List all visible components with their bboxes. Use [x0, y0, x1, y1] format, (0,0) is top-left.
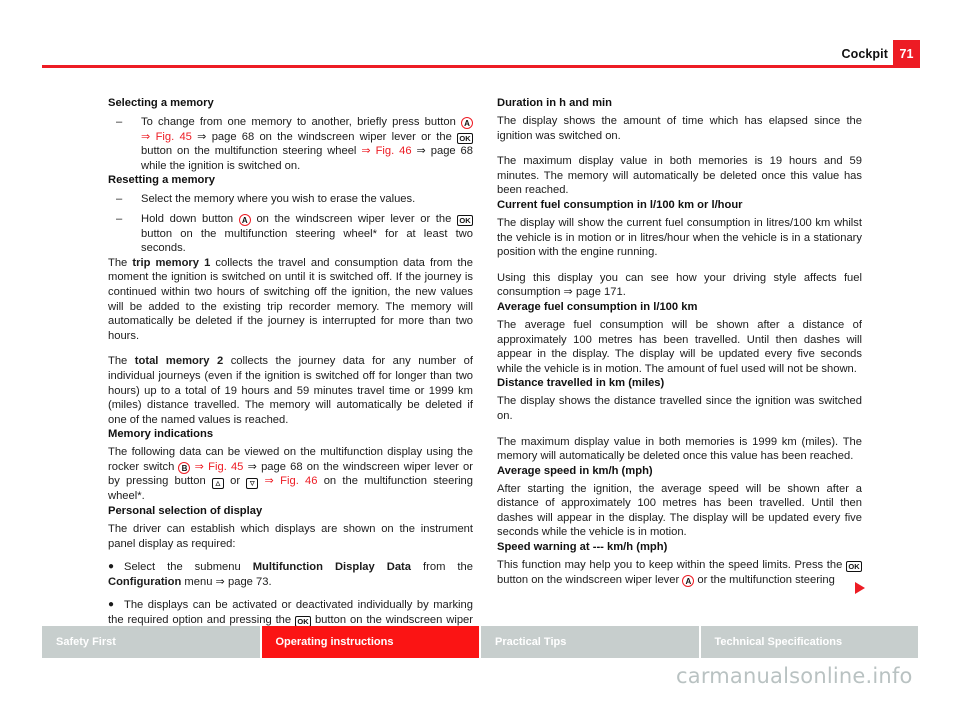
- right-text-column: Duration in h and min The display shows …: [497, 96, 862, 587]
- list-item: – Select the memory where you wish to era…: [108, 192, 473, 207]
- key-b-icon: B: [178, 461, 191, 474]
- xref-page-68[interactable]: ⇒ page 68: [248, 461, 303, 473]
- heading-current-fuel-consumption: Current fuel consumption in l/100 km or …: [497, 198, 743, 211]
- xref-fig-45[interactable]: ⇒ Fig. 45: [195, 461, 244, 473]
- list-item-text: Select the memory where you wish to eras…: [141, 193, 416, 206]
- total-memory-lead: The: [108, 355, 135, 368]
- bullet1-text-a: Select the submenu: [124, 561, 253, 574]
- page-header: Cockpit 71: [0, 0, 960, 78]
- footer-navigation: Safety First Operating instructions Prac…: [42, 626, 918, 658]
- bullet1-text-b: from the: [411, 561, 473, 574]
- paragraph-distance-2: The maximum display value in both memori…: [497, 435, 862, 463]
- list-item-text-a: Hold down button: [141, 212, 239, 225]
- trip-memory-term: trip memory 1: [132, 256, 211, 269]
- paragraph-average-speed-1: After starting the ignition, the average…: [497, 482, 862, 539]
- bullet-marker: ●: [108, 599, 115, 611]
- continuation-arrow-icon: [855, 582, 865, 594]
- paragraph-current-fuel-2: Using this display you can see how your …: [497, 271, 862, 300]
- list-item-text-c: button on the multifunction steering whe…: [141, 145, 362, 158]
- paragraph-average-fuel-1: The average fuel consumption will be sho…: [497, 318, 862, 375]
- left-text-column: Selecting a memory – To change from one m…: [108, 96, 474, 642]
- key-up-arrow-icon: △: [211, 478, 224, 490]
- key-a-icon: A: [238, 213, 251, 226]
- paragraph-trip-memory: The trip memory 1 collects the travel an…: [108, 256, 473, 344]
- speed-warning-text-a: This function may help you to keep withi…: [497, 559, 846, 572]
- heading-distance-travelled: Distance travelled in km (miles): [497, 377, 665, 390]
- xref-fig-45[interactable]: ⇒ Fig. 45: [141, 131, 192, 143]
- footer-tab-technical-specifications[interactable]: Technical Specifications: [700, 626, 918, 658]
- speed-warning-text-c: or the multifunction steering: [694, 573, 835, 586]
- list-item: ● Select the submenu Multifunction Displa…: [108, 560, 473, 589]
- key-down-arrow-icon: ▽: [246, 478, 259, 490]
- header-divider: [42, 65, 918, 68]
- list-item: – Hold down button A on the windscreen wi…: [108, 212, 474, 256]
- list-item-text-a: To change from one memory to another, br…: [141, 116, 461, 128]
- heading-speed-warning: Speed warning at --- km/h (mph): [497, 541, 668, 554]
- paragraph-distance-1: The display shows the distance travelled…: [497, 395, 862, 422]
- heading-memory-indications: Memory indications: [108, 428, 214, 441]
- heading-duration: Duration in h and min: [497, 97, 612, 109]
- key-ok-icon: OK: [846, 561, 862, 573]
- paragraph-personal-selection-intro: The driver can establish which displays …: [108, 523, 473, 550]
- footer-tab-operating-instructions[interactable]: Operating instructions: [261, 626, 481, 658]
- xref-page-171[interactable]: ⇒ page 171: [564, 286, 623, 298]
- heading-selecting-a-memory: Selecting a memory: [108, 97, 214, 109]
- paragraph-duration-2: The maximum display value in both memori…: [497, 155, 862, 197]
- paragraph-total-memory: The total memory 2 collects the journey …: [108, 354, 473, 427]
- dash-marker: –: [116, 212, 123, 225]
- paragraph-duration-1: The display shows the amount of time whi…: [497, 115, 862, 142]
- trip-memory-lead: The: [108, 256, 133, 269]
- footer-tab-practical-tips[interactable]: Practical Tips: [481, 626, 701, 658]
- current-fuel-text-a: Using this display you can see how your …: [497, 271, 862, 299]
- heading-average-speed: Average speed in km/h (mph): [497, 464, 653, 477]
- list-item-text-b: on the windscreen wiper lever or the: [254, 130, 457, 143]
- dash-marker: –: [116, 193, 123, 206]
- total-memory-term: total memory 2: [134, 355, 224, 368]
- page-number-badge: 71: [893, 40, 920, 68]
- dash-marker: –: [116, 116, 123, 128]
- bullet-marker: ●: [108, 561, 115, 573]
- submenu-name: Multifunction Display Data: [252, 561, 412, 574]
- footer-tab-safety-first[interactable]: Safety First: [42, 626, 262, 658]
- xref-page-73[interactable]: ⇒ page 73: [216, 576, 269, 588]
- key-ok-icon: OK: [457, 132, 473, 144]
- xref-fig-46[interactable]: ⇒ Fig. 46: [265, 475, 318, 487]
- list-item-text-c: button on the multifunction steering whe…: [141, 227, 473, 255]
- trip-memory-body: collects the travel and consumption data…: [108, 256, 473, 342]
- list-item: – To change from one memory to another, b…: [108, 115, 473, 173]
- key-a-icon: A: [682, 574, 695, 587]
- bullet1-text-d: .: [268, 575, 272, 588]
- paragraph-current-fuel-1: The display will show the current fuel c…: [497, 216, 862, 259]
- watermark: carmanualsonline.info: [676, 664, 913, 688]
- key-ok-icon: OK: [457, 214, 474, 226]
- bullet1-text-c: menu: [181, 575, 216, 588]
- paragraph-speed-warning: This function may help you to keep withi…: [497, 558, 862, 587]
- list-item-text-b: on the windscreen wiper lever or the: [250, 212, 458, 225]
- heading-resetting-a-memory: Resetting a memory: [108, 174, 215, 187]
- heading-average-fuel-consumption: Average fuel consumption in l/100 km: [497, 300, 698, 313]
- page-title: Cockpit: [841, 47, 888, 61]
- xref-page-68-b[interactable]: ⇒ page 68: [417, 145, 474, 157]
- xref-page-68[interactable]: ⇒ page 68: [197, 131, 254, 143]
- xref-fig-46[interactable]: ⇒ Fig. 46: [361, 145, 411, 157]
- key-a-icon: A: [461, 117, 473, 129]
- memory-ind-text-c: or: [223, 475, 247, 488]
- paragraph-memory-indications: The following data can be viewed on the …: [108, 445, 473, 504]
- menu-name: Configuration: [108, 575, 182, 588]
- current-fuel-text-b: .: [622, 286, 626, 299]
- speed-warning-text-b: button on the windscreen wiper lever: [497, 573, 683, 586]
- heading-personal-selection-of-display: Personal selection of display: [108, 505, 263, 518]
- list-item-text-d: while the ignition is switched on.: [141, 159, 301, 172]
